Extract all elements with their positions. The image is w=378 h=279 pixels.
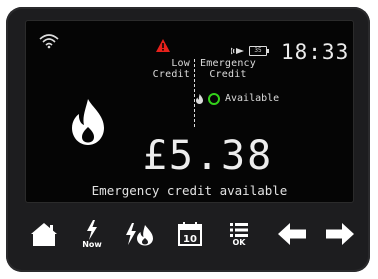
- lightning-flame-icon: [126, 223, 153, 246]
- low-credit-line1: Low: [171, 58, 190, 69]
- keypad: Now 10 OK: [6, 212, 370, 260]
- battery-icon: 35: [249, 46, 269, 56]
- ok-button[interactable]: OK: [219, 212, 259, 256]
- arrow-left-icon: [278, 223, 306, 245]
- lightning-icon: [87, 219, 97, 240]
- clock-time: 18:33: [281, 40, 350, 64]
- emergency-line2: Credit: [209, 69, 247, 80]
- emergency-credit-label: Emergency Credit: [198, 58, 258, 80]
- status-indicators: 35: [231, 45, 281, 57]
- calendar-day: 10: [183, 234, 197, 245]
- battery-level: 35: [254, 47, 262, 54]
- low-credit-label: Low Credit: [136, 58, 190, 80]
- warning-icon: [156, 39, 170, 52]
- right-arrow-button[interactable]: [320, 212, 360, 256]
- credit-divider: [194, 59, 195, 127]
- menu-list-icon: [230, 222, 248, 237]
- now-label: Now: [82, 239, 102, 249]
- signal-icon: [231, 47, 244, 55]
- emergency-available-row: Available: [196, 93, 279, 105]
- electricity-gas-button[interactable]: [119, 212, 159, 256]
- calendar-icon: 10: [178, 222, 202, 246]
- arrow-right-icon: [326, 223, 354, 245]
- now-button[interactable]: Now: [72, 212, 112, 256]
- home-button[interactable]: [24, 212, 64, 256]
- credit-amount: £5.38: [142, 133, 274, 179]
- left-arrow-button[interactable]: [272, 212, 312, 256]
- emergency-line1: Emergency: [200, 58, 256, 69]
- flame-icon: [196, 94, 203, 104]
- status-message: Emergency credit available: [91, 183, 288, 198]
- home-icon: [31, 223, 57, 246]
- low-credit-line2: Credit: [152, 69, 190, 80]
- available-label: Available: [225, 93, 280, 104]
- ok-label: OK: [232, 237, 246, 247]
- calendar-button[interactable]: 10: [170, 212, 210, 256]
- display-screen: Low Credit Emergency Credit 35 18:33 Ava…: [25, 20, 354, 203]
- available-indicator-icon: [208, 93, 220, 105]
- gas-flame-icon: [72, 99, 104, 145]
- wifi-icon: [39, 34, 59, 49]
